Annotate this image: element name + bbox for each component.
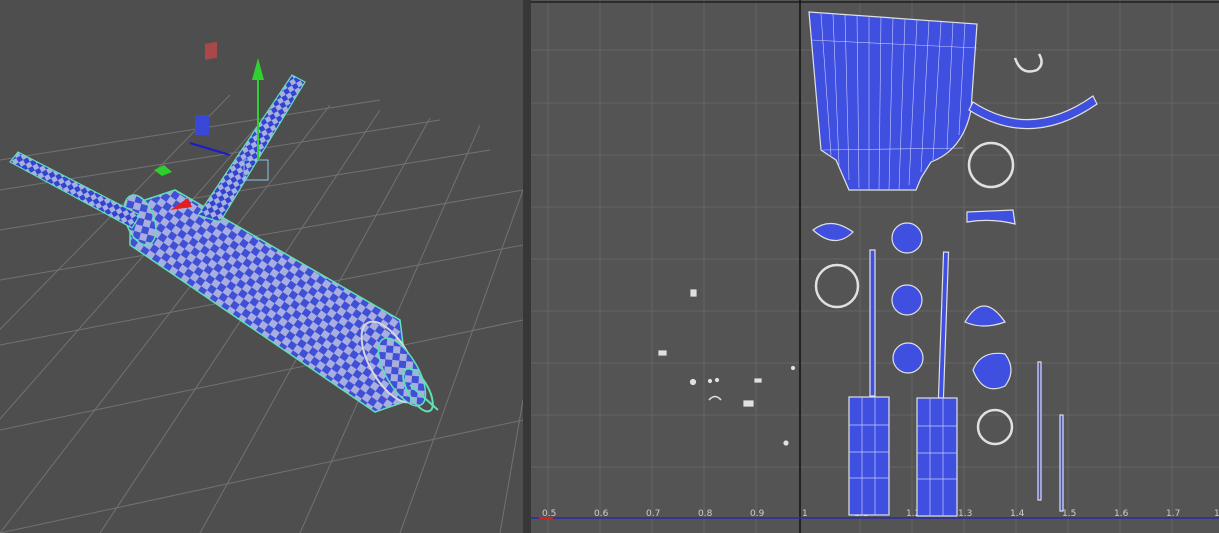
viewport-canvas[interactable] (0, 0, 523, 533)
tick-label: 1.3 (958, 509, 972, 519)
uv-shell-disc[interactable] (892, 342, 924, 374)
uv-shell-fragment[interactable] (783, 440, 789, 446)
tick-label: 1.5 (1062, 509, 1076, 519)
uv-shell-blob[interactable] (972, 352, 1012, 390)
uv-shell-ring[interactable] (814, 263, 860, 309)
perspective-viewport[interactable] (0, 0, 523, 533)
tick-label: 1.4 (1010, 509, 1025, 519)
uv-shell-small-fan[interactable] (966, 209, 1016, 225)
model-upper-arm[interactable] (197, 74, 306, 223)
model-left-arm[interactable] (9, 151, 141, 229)
uv-shells[interactable] (658, 11, 1098, 517)
uv-shell-fragment[interactable] (790, 365, 796, 371)
tick-label: 0.9 (750, 509, 765, 519)
model-body[interactable] (118, 189, 439, 416)
transform-manipulator[interactable] (154, 41, 264, 210)
tick-label: 1 (802, 509, 808, 519)
tick-label: 1 (1214, 509, 1219, 519)
tick-label: 0.5 (542, 509, 556, 519)
z-plane-handle[interactable] (195, 115, 209, 135)
uv-texture-editor[interactable]: 0.5 0.6 0.7 0.8 0.9 1 1.1 1.2 1.3 1.4 1.… (531, 0, 1219, 533)
uv-shell-strip[interactable] (1059, 414, 1064, 512)
uv-shell-ring[interactable] (967, 141, 1015, 189)
uv-shell-strip[interactable] (937, 251, 950, 399)
uv-shell-cap[interactable] (964, 305, 1006, 327)
tick-label: 0.8 (698, 509, 713, 519)
xz-plane-handle[interactable] (154, 165, 172, 176)
uv-canvas[interactable]: 0.5 0.6 0.7 0.8 0.9 1 1.1 1.2 1.3 1.4 1.… (531, 0, 1219, 533)
uv-shell-wedge[interactable] (812, 222, 854, 242)
uv-shell-block[interactable] (848, 396, 890, 516)
tick-label: 0.7 (646, 509, 660, 519)
tick-label: 0.6 (594, 509, 609, 519)
xy-plane-handle[interactable] (205, 41, 217, 60)
uv-shell-hook[interactable] (1013, 53, 1043, 73)
tick-label: 1.7 (1166, 509, 1180, 519)
uv-shell-disc[interactable] (891, 222, 923, 254)
uv-shell-arc[interactable] (968, 95, 1098, 130)
uv-shell-fragment[interactable] (743, 400, 754, 407)
uv-shell-disc[interactable] (891, 284, 923, 316)
uv-shell-fragment[interactable] (690, 289, 697, 297)
uv-shell-fragment[interactable] (658, 350, 667, 356)
uv-shell-fragment[interactable] (689, 378, 697, 386)
uv-shell-fragment[interactable] (714, 377, 720, 383)
z-axis-handle[interactable] (189, 142, 231, 156)
uv-shell-fragment[interactable] (708, 395, 722, 401)
tick-label: 1.6 (1114, 509, 1129, 519)
uv-shell-fragment[interactable] (754, 378, 762, 383)
panel-separator[interactable] (523, 0, 531, 533)
uv-shell-strip[interactable] (869, 249, 876, 397)
uv-shell-fragment[interactable] (707, 378, 713, 384)
uv-shell-block[interactable] (916, 397, 958, 517)
y-axis-arrow-icon[interactable] (252, 58, 264, 80)
uv-shell-strip[interactable] (1037, 361, 1042, 501)
